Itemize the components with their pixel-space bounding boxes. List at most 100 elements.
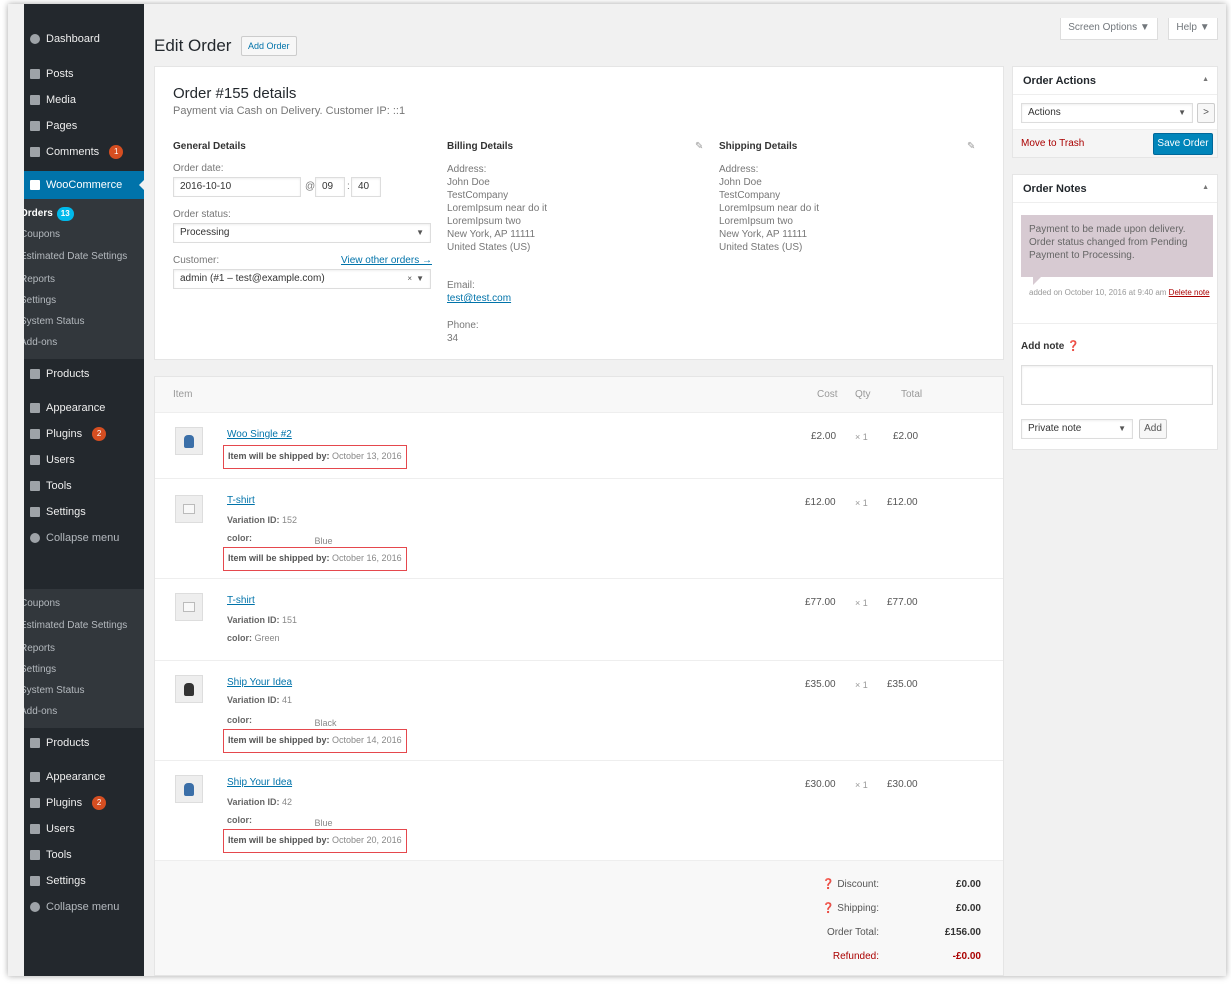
- sidebar-item-appearance[interactable]: Appearance: [24, 395, 144, 421]
- order-status-select[interactable]: Processing ▼: [173, 223, 431, 243]
- line-item-qty: × 1: [855, 498, 868, 508]
- ship-by-date-box: Item will be shipped by: October 13, 201…: [223, 445, 407, 469]
- submenu-estimated-date-settings[interactable]: Estimated Date Settings: [24, 245, 144, 269]
- qty-column-header: Qty: [855, 389, 871, 400]
- shipping-value: £0.00: [955, 903, 981, 914]
- sidebar-item-products-2[interactable]: Products: [24, 730, 144, 756]
- submenu-coupons-2[interactable]: Coupons: [24, 593, 144, 614]
- submenu-coupons[interactable]: Coupons: [24, 224, 144, 245]
- sidebar-item-posts[interactable]: Posts: [24, 61, 144, 87]
- screen-options-button[interactable]: Screen Options ▼: [1060, 18, 1158, 40]
- line-item-name-link[interactable]: T-shirt: [227, 595, 255, 606]
- order-date-label: Order date:: [173, 163, 224, 174]
- submenu-estimated-date-settings-2[interactable]: Estimated Date Settings: [24, 614, 144, 638]
- sidebar-item-users[interactable]: Users: [24, 447, 144, 473]
- collapse-arrow-icon[interactable]: ▲: [1202, 184, 1209, 191]
- help-icon: ❓: [822, 879, 835, 890]
- submenu-add-ons-2[interactable]: Add-ons: [24, 701, 144, 722]
- sidebar-item-tools[interactable]: Tools: [24, 473, 144, 499]
- line-item-name-link[interactable]: T-shirt: [227, 495, 255, 506]
- apply-action-button[interactable]: >: [1197, 103, 1215, 123]
- sidebar-item-settings[interactable]: Settings: [24, 499, 144, 525]
- billing-address: Address: John Doe TestCompany LoremIpsum…: [447, 164, 548, 253]
- submenu-settings-2[interactable]: Settings: [24, 659, 144, 680]
- variation-color: color: Blue: [227, 815, 333, 828]
- submenu-orders[interactable]: Orders13: [24, 203, 144, 224]
- order-total-value: £156.00: [944, 927, 981, 938]
- view-other-orders-link[interactable]: View other orders →: [341, 255, 432, 266]
- edit-billing-pencil-icon[interactable]: ✎: [695, 141, 703, 152]
- notes-divider: [1013, 323, 1217, 324]
- edit-shipping-pencil-icon[interactable]: ✎: [967, 141, 975, 152]
- sidebar-item-products[interactable]: Products: [24, 361, 144, 387]
- order-totals: ❓ Discount: £0.00 ❓ Shipping: £0.00 Orde…: [155, 861, 1003, 975]
- woocommerce-icon: [30, 180, 40, 190]
- woocommerce-submenu-duplicate: Coupons Estimated Date Settings Reports …: [24, 589, 144, 728]
- line-item-row: Woo Single #2 Item will be shipped by: O…: [155, 413, 1003, 479]
- order-status-value: Processing: [180, 227, 230, 238]
- customer-select[interactable]: admin (#1 – test@example.com) × ▼: [173, 269, 431, 289]
- help-button[interactable]: Help ▼: [1168, 18, 1218, 40]
- sidebar-item-dashboard[interactable]: Dashboard: [24, 26, 144, 52]
- line-item-name-link[interactable]: Ship Your Idea: [227, 677, 292, 688]
- help-icon: ❓: [822, 903, 835, 914]
- sidebar-item-pages[interactable]: Pages: [24, 113, 144, 139]
- submenu-add-ons[interactable]: Add-ons: [24, 332, 144, 353]
- billing-phone: Phone: 34: [447, 320, 479, 344]
- order-notes-header[interactable]: Order Notes ▲: [1013, 175, 1217, 203]
- page-icon: [30, 121, 40, 131]
- chevron-down-icon: ▼: [416, 228, 424, 237]
- order-hour-input[interactable]: 09: [315, 177, 345, 197]
- collapse-menu-button[interactable]: Collapse menu: [24, 525, 144, 551]
- app-window: Dashboard Posts Media Pages Comments 1 Wo…: [8, 4, 1226, 976]
- clear-customer-icon[interactable]: ×: [407, 270, 412, 288]
- collapse-icon: [30, 533, 40, 543]
- ship-by-date-box: Item will be shipped by: October 20, 201…: [223, 829, 407, 853]
- sidebar-item-media[interactable]: Media: [24, 87, 144, 113]
- submenu-settings[interactable]: Settings: [24, 290, 144, 311]
- submenu-reports[interactable]: Reports: [24, 269, 144, 290]
- general-details-heading: General Details: [173, 141, 246, 152]
- move-to-trash-link[interactable]: Move to Trash: [1021, 138, 1084, 149]
- add-order-button[interactable]: Add Order: [241, 36, 297, 56]
- shipping-details-heading: Shipping Details: [719, 141, 798, 152]
- sidebar-item-plugins[interactable]: Plugins 2: [24, 421, 144, 447]
- shipping-address: Address: John Doe TestCompany LoremIpsum…: [719, 164, 820, 253]
- order-minute-input[interactable]: 40: [351, 177, 381, 197]
- add-note-textarea[interactable]: [1021, 365, 1213, 405]
- collapse-menu-button-2[interactable]: Collapse menu: [24, 894, 144, 920]
- line-item-cost: £30.00: [805, 779, 836, 790]
- pin-icon: [30, 69, 40, 79]
- woocommerce-submenu: Orders13 Coupons Estimated Date Settings…: [24, 199, 144, 359]
- sidebar-item-woocommerce[interactable]: WooCommerce: [24, 171, 144, 199]
- submenu-system-status[interactable]: System Status: [24, 311, 144, 332]
- line-item-name-link[interactable]: Ship Your Idea: [227, 777, 292, 788]
- discount-value: £0.00: [955, 879, 981, 890]
- sidebar-item-plugins-2[interactable]: Plugins 2: [24, 790, 144, 816]
- delete-note-link[interactable]: Delete note: [1169, 288, 1210, 297]
- hoodie-image-icon: [184, 782, 194, 796]
- line-item-name-link[interactable]: Woo Single #2: [227, 429, 292, 440]
- sidebar-item-comments[interactable]: Comments 1: [24, 139, 144, 165]
- billing-email-link[interactable]: test@test.com: [447, 292, 511, 305]
- order-notes-box: Order Notes ▲ Payment to be made upon del…: [1012, 174, 1218, 450]
- sidebar-item-settings-2[interactable]: Settings: [24, 868, 144, 894]
- variation-id: Variation ID: 152: [227, 515, 298, 525]
- line-item-cost: £2.00: [811, 431, 837, 442]
- note-type-select[interactable]: Private note ▼: [1021, 419, 1133, 439]
- help-icon: ❓: [1067, 341, 1080, 352]
- sidebar-item-appearance-2[interactable]: Appearance: [24, 764, 144, 790]
- save-order-button[interactable]: Save Order: [1153, 133, 1213, 155]
- order-date-input[interactable]: 2016-10-10: [173, 177, 301, 197]
- sidebar-item-users-2[interactable]: Users: [24, 816, 144, 842]
- add-note-button[interactable]: Add: [1139, 419, 1167, 439]
- submenu-system-status-2[interactable]: System Status: [24, 680, 144, 701]
- order-actions-select[interactable]: Actions ▼: [1021, 103, 1193, 123]
- line-item-qty: × 1: [855, 598, 868, 608]
- collapse-arrow-icon[interactable]: ▲: [1202, 76, 1209, 83]
- sidebar-item-tools-2[interactable]: Tools: [24, 842, 144, 868]
- variation-color: color: Black: [227, 715, 337, 728]
- chevron-down-icon: ▼: [416, 274, 424, 283]
- order-actions-header[interactable]: Order Actions ▲: [1013, 67, 1217, 95]
- submenu-reports-2[interactable]: Reports: [24, 638, 144, 659]
